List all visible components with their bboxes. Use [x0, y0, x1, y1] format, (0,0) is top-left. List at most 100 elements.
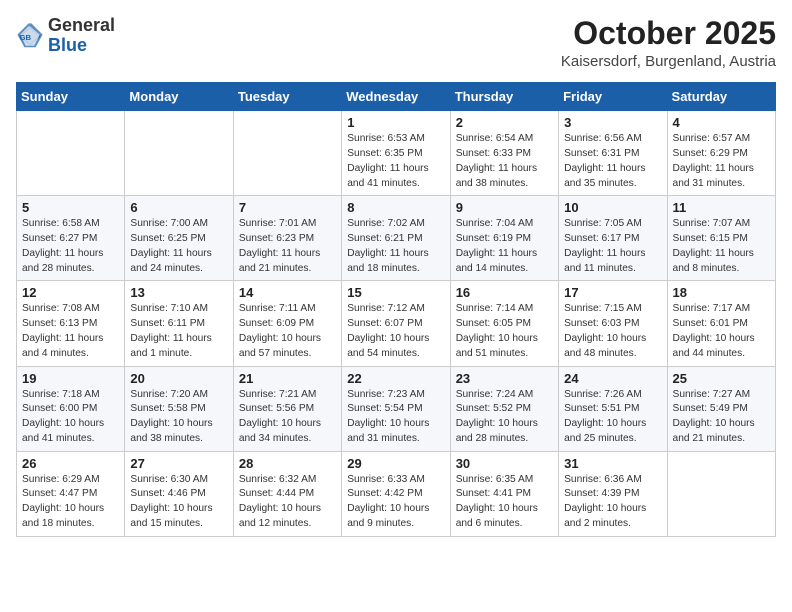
- day-info: Sunrise: 6:58 AM Sunset: 6:27 PM Dayligh…: [22, 217, 119, 276]
- day-info: Sunrise: 7:11 AM Sunset: 6:09 PM Dayligh…: [239, 302, 336, 361]
- day-info: Sunrise: 7:05 AM Sunset: 6:17 PM Dayligh…: [564, 217, 661, 276]
- calendar-cell: 10 Sunrise: 7:05 AM Sunset: 6:17 PM Dayli…: [559, 196, 667, 281]
- day-info: Sunrise: 7:17 AM Sunset: 6:01 PM Dayligh…: [673, 302, 770, 361]
- day-info: Sunrise: 6:30 AM Sunset: 4:46 PM Dayligh…: [130, 473, 227, 532]
- day-info: Sunrise: 7:14 AM Sunset: 6:05 PM Dayligh…: [456, 302, 553, 361]
- calendar-cell: 17 Sunrise: 7:15 AM Sunset: 6:03 PM Dayli…: [559, 281, 667, 366]
- title-area: October 2025 Kaisersdorf, Burgenland, Au…: [561, 16, 776, 70]
- day-number: 16: [456, 285, 553, 300]
- logo-icon: GB: [16, 22, 44, 50]
- day-info: Sunrise: 7:20 AM Sunset: 5:58 PM Dayligh…: [130, 388, 227, 447]
- header-area: GB General Blue October 2025 Kaisersdorf…: [16, 16, 776, 70]
- calendar-week-row: 19Sunrise: 7:18 AM Sunset: 6:00 PM Dayli…: [17, 366, 776, 451]
- calendar-cell: 26 Sunrise: 6:29 AM Sunset: 4:47 PM Dayli…: [17, 451, 125, 536]
- calendar-cell: 29Sunrise: 6:33 AM Sunset: 4:42 PM Dayli…: [342, 451, 450, 536]
- calendar-cell: 18Sunrise: 7:17 AM Sunset: 6:01 PM Dayli…: [667, 281, 775, 366]
- calendar-cell: 20 Sunrise: 7:20 AM Sunset: 5:58 PM Dayli…: [125, 366, 233, 451]
- calendar-cell: 6Sunrise: 7:00 AM Sunset: 6:25 PM Daylig…: [125, 196, 233, 281]
- calendar-cell: 5Sunrise: 6:58 AM Sunset: 6:27 PM Daylig…: [17, 196, 125, 281]
- calendar-cell: 3Sunrise: 6:56 AM Sunset: 6:31 PM Daylig…: [559, 111, 667, 196]
- calendar-cell: 21 Sunrise: 7:21 AM Sunset: 5:56 PM Dayli…: [233, 366, 341, 451]
- weekday-header: Sunday: [17, 83, 125, 111]
- calendar-header-row: SundayMondayTuesdayWednesdayThursdayFrid…: [17, 83, 776, 111]
- calendar-cell: 12 Sunrise: 7:08 AM Sunset: 6:13 PM Dayli…: [17, 281, 125, 366]
- calendar-cell: 23Sunrise: 7:24 AM Sunset: 5:52 PM Dayli…: [450, 366, 558, 451]
- day-number: 7: [239, 200, 336, 215]
- day-number: 13: [130, 285, 227, 300]
- calendar-cell: 11Sunrise: 7:07 AM Sunset: 6:15 PM Dayli…: [667, 196, 775, 281]
- calendar-cell: 15 Sunrise: 7:12 AM Sunset: 6:07 PM Dayli…: [342, 281, 450, 366]
- day-info: Sunrise: 6:57 AM Sunset: 6:29 PM Dayligh…: [673, 132, 770, 191]
- day-info: Sunrise: 7:00 AM Sunset: 6:25 PM Dayligh…: [130, 217, 227, 276]
- day-info: Sunrise: 6:53 AM Sunset: 6:35 PM Dayligh…: [347, 132, 444, 191]
- weekday-header: Saturday: [667, 83, 775, 111]
- weekday-header: Thursday: [450, 83, 558, 111]
- day-info: Sunrise: 6:32 AM Sunset: 4:44 PM Dayligh…: [239, 473, 336, 532]
- calendar-cell: 30Sunrise: 6:35 AM Sunset: 4:41 PM Dayli…: [450, 451, 558, 536]
- day-number: 21: [239, 371, 336, 386]
- day-number: 4: [673, 115, 770, 130]
- svg-text:GB: GB: [20, 33, 32, 42]
- calendar-cell: 13 Sunrise: 7:10 AM Sunset: 6:11 PM Dayli…: [125, 281, 233, 366]
- calendar-week-row: 12 Sunrise: 7:08 AM Sunset: 6:13 PM Dayli…: [17, 281, 776, 366]
- calendar-cell: 4 Sunrise: 6:57 AM Sunset: 6:29 PM Daylig…: [667, 111, 775, 196]
- calendar: SundayMondayTuesdayWednesdayThursdayFrid…: [16, 82, 776, 537]
- calendar-cell: [17, 111, 125, 196]
- logo-general: General: [48, 15, 115, 35]
- calendar-cell: 1Sunrise: 6:53 AM Sunset: 6:35 PM Daylig…: [342, 111, 450, 196]
- day-number: 23: [456, 371, 553, 386]
- calendar-cell: 28Sunrise: 6:32 AM Sunset: 4:44 PM Dayli…: [233, 451, 341, 536]
- calendar-week-row: 1Sunrise: 6:53 AM Sunset: 6:35 PM Daylig…: [17, 111, 776, 196]
- day-number: 9: [456, 200, 553, 215]
- day-number: 29: [347, 456, 444, 471]
- day-number: 8: [347, 200, 444, 215]
- day-number: 10: [564, 200, 661, 215]
- day-info: Sunrise: 7:10 AM Sunset: 6:11 PM Dayligh…: [130, 302, 227, 361]
- calendar-week-row: 26 Sunrise: 6:29 AM Sunset: 4:47 PM Dayli…: [17, 451, 776, 536]
- calendar-cell: 24Sunrise: 7:26 AM Sunset: 5:51 PM Dayli…: [559, 366, 667, 451]
- weekday-header: Wednesday: [342, 83, 450, 111]
- day-info: Sunrise: 7:27 AM Sunset: 5:49 PM Dayligh…: [673, 388, 770, 447]
- calendar-cell: [125, 111, 233, 196]
- day-number: 14: [239, 285, 336, 300]
- day-number: 12: [22, 285, 119, 300]
- calendar-cell: 7Sunrise: 7:01 AM Sunset: 6:23 PM Daylig…: [233, 196, 341, 281]
- logo-text: General Blue: [48, 16, 115, 56]
- calendar-cell: [233, 111, 341, 196]
- calendar-cell: [667, 451, 775, 536]
- logo: GB General Blue: [16, 16, 115, 56]
- day-number: 26: [22, 456, 119, 471]
- calendar-cell: 9 Sunrise: 7:04 AM Sunset: 6:19 PM Daylig…: [450, 196, 558, 281]
- calendar-cell: 14 Sunrise: 7:11 AM Sunset: 6:09 PM Dayli…: [233, 281, 341, 366]
- day-number: 31: [564, 456, 661, 471]
- day-number: 22: [347, 371, 444, 386]
- day-number: 24: [564, 371, 661, 386]
- weekday-header: Tuesday: [233, 83, 341, 111]
- calendar-cell: 16 Sunrise: 7:14 AM Sunset: 6:05 PM Dayli…: [450, 281, 558, 366]
- day-info: Sunrise: 7:04 AM Sunset: 6:19 PM Dayligh…: [456, 217, 553, 276]
- day-number: 27: [130, 456, 227, 471]
- day-number: 17: [564, 285, 661, 300]
- day-info: Sunrise: 7:15 AM Sunset: 6:03 PM Dayligh…: [564, 302, 661, 361]
- day-info: Sunrise: 6:29 AM Sunset: 4:47 PM Dayligh…: [22, 473, 119, 532]
- calendar-cell: 25 Sunrise: 7:27 AM Sunset: 5:49 PM Dayli…: [667, 366, 775, 451]
- calendar-cell: 8 Sunrise: 7:02 AM Sunset: 6:21 PM Daylig…: [342, 196, 450, 281]
- day-info: Sunrise: 7:23 AM Sunset: 5:54 PM Dayligh…: [347, 388, 444, 447]
- calendar-week-row: 5Sunrise: 6:58 AM Sunset: 6:27 PM Daylig…: [17, 196, 776, 281]
- day-number: 30: [456, 456, 553, 471]
- day-number: 25: [673, 371, 770, 386]
- calendar-cell: 27 Sunrise: 6:30 AM Sunset: 4:46 PM Dayli…: [125, 451, 233, 536]
- calendar-cell: 2Sunrise: 6:54 AM Sunset: 6:33 PM Daylig…: [450, 111, 558, 196]
- day-info: Sunrise: 7:02 AM Sunset: 6:21 PM Dayligh…: [347, 217, 444, 276]
- calendar-cell: 22 Sunrise: 7:23 AM Sunset: 5:54 PM Dayli…: [342, 366, 450, 451]
- day-number: 3: [564, 115, 661, 130]
- logo-blue: Blue: [48, 35, 87, 55]
- day-number: 20: [130, 371, 227, 386]
- day-info: Sunrise: 7:21 AM Sunset: 5:56 PM Dayligh…: [239, 388, 336, 447]
- day-info: Sunrise: 7:08 AM Sunset: 6:13 PM Dayligh…: [22, 302, 119, 361]
- day-info: Sunrise: 6:36 AM Sunset: 4:39 PM Dayligh…: [564, 473, 661, 532]
- day-number: 15: [347, 285, 444, 300]
- day-info: Sunrise: 7:07 AM Sunset: 6:15 PM Dayligh…: [673, 217, 770, 276]
- day-number: 19: [22, 371, 119, 386]
- day-info: Sunrise: 7:12 AM Sunset: 6:07 PM Dayligh…: [347, 302, 444, 361]
